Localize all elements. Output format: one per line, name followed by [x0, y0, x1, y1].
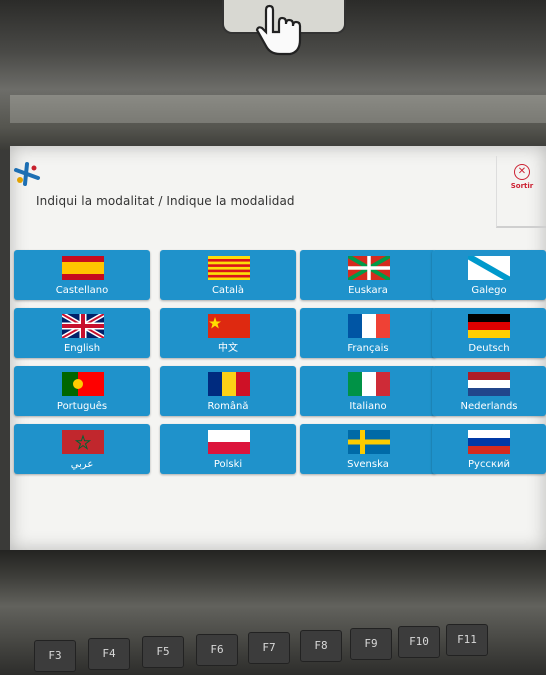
language-label: Deutsch — [468, 343, 510, 354]
language-label: Français — [347, 343, 389, 354]
language-button-francais[interactable]: Français — [300, 308, 436, 358]
hand-pointer-icon — [255, 4, 302, 56]
language-button-catala[interactable]: Català — [160, 250, 296, 300]
language-button-galego[interactable]: Galego — [432, 250, 546, 300]
function-key-f6[interactable]: F6 — [196, 634, 238, 666]
language-grid: Castellano Català Euskara Galego English… — [10, 246, 546, 496]
flag-netherlands-icon — [468, 372, 510, 396]
language-label: Euskara — [348, 285, 388, 296]
flag-germany-icon — [468, 314, 510, 338]
language-button-polski[interactable]: Polski — [160, 424, 296, 474]
flag-romania-icon — [208, 372, 250, 396]
function-key-f4[interactable]: F4 — [88, 638, 130, 670]
flag-russia-icon — [468, 430, 510, 454]
language-label: English — [63, 343, 101, 354]
close-circle-icon: ✕ — [514, 164, 530, 180]
language-button-russian[interactable]: Русский — [432, 424, 546, 474]
language-label: Português — [56, 401, 108, 412]
function-key-f8[interactable]: F8 — [300, 630, 342, 662]
language-label: Nederlands — [460, 401, 518, 412]
language-button-chinese[interactable]: 中文 — [160, 308, 296, 358]
flag-galicia-icon — [468, 256, 510, 280]
exit-button[interactable]: ✕ Sortir — [496, 156, 546, 228]
function-key-f10[interactable]: F10 — [398, 626, 440, 658]
flag-china-icon — [208, 314, 250, 338]
flag-spain-icon — [62, 256, 104, 280]
language-label: 中文 — [218, 343, 238, 354]
flag-sweden-icon — [348, 430, 390, 454]
language-label: عربي — [70, 459, 94, 470]
function-key-f3[interactable]: F3 — [34, 640, 76, 672]
language-label: Català — [211, 285, 245, 296]
language-label: Italiano — [349, 401, 387, 412]
language-label: Русский — [468, 459, 510, 470]
page-title: Indiqui la modalitat / Indique la modali… — [36, 194, 295, 208]
language-label: Svenska — [347, 459, 389, 470]
language-button-svenska[interactable]: Svenska — [300, 424, 436, 474]
language-button-arabic[interactable]: عربي — [14, 424, 150, 474]
language-button-italiano[interactable]: Italiano — [300, 366, 436, 416]
star-logo-icon — [14, 162, 40, 186]
language-button-castellano[interactable]: Castellano — [14, 250, 150, 300]
flag-catalonia-icon — [208, 256, 250, 280]
function-key-f11[interactable]: F11 — [446, 624, 488, 656]
language-button-nederlands[interactable]: Nederlands — [432, 366, 546, 416]
function-key-f9[interactable]: F9 — [350, 628, 392, 660]
flag-uk-icon — [62, 314, 104, 338]
language-button-euskara[interactable]: Euskara — [300, 250, 436, 300]
language-label: Castellano — [55, 285, 109, 296]
kiosk-screen: Indiqui la modalitat / Indique la modali… — [10, 146, 546, 550]
language-button-english[interactable]: English — [14, 308, 150, 358]
language-button-portugues[interactable]: Português — [14, 366, 150, 416]
function-key-f7[interactable]: F7 — [248, 632, 290, 664]
language-button-romana[interactable]: Română — [160, 366, 296, 416]
language-label: Polski — [213, 459, 243, 470]
bezel-strip — [10, 95, 546, 123]
function-key-f5[interactable]: F5 — [142, 636, 184, 668]
exit-label: Sortir — [510, 182, 534, 190]
flag-france-icon — [348, 314, 390, 338]
language-label: Română — [207, 401, 249, 412]
flag-portugal-icon — [62, 372, 104, 396]
flag-morocco-icon — [62, 430, 104, 454]
flag-italy-icon — [348, 372, 390, 396]
flag-poland-icon — [208, 430, 250, 454]
language-button-deutsch[interactable]: Deutsch — [432, 308, 546, 358]
flag-basque-icon — [348, 256, 390, 280]
language-label: Galego — [471, 285, 507, 296]
